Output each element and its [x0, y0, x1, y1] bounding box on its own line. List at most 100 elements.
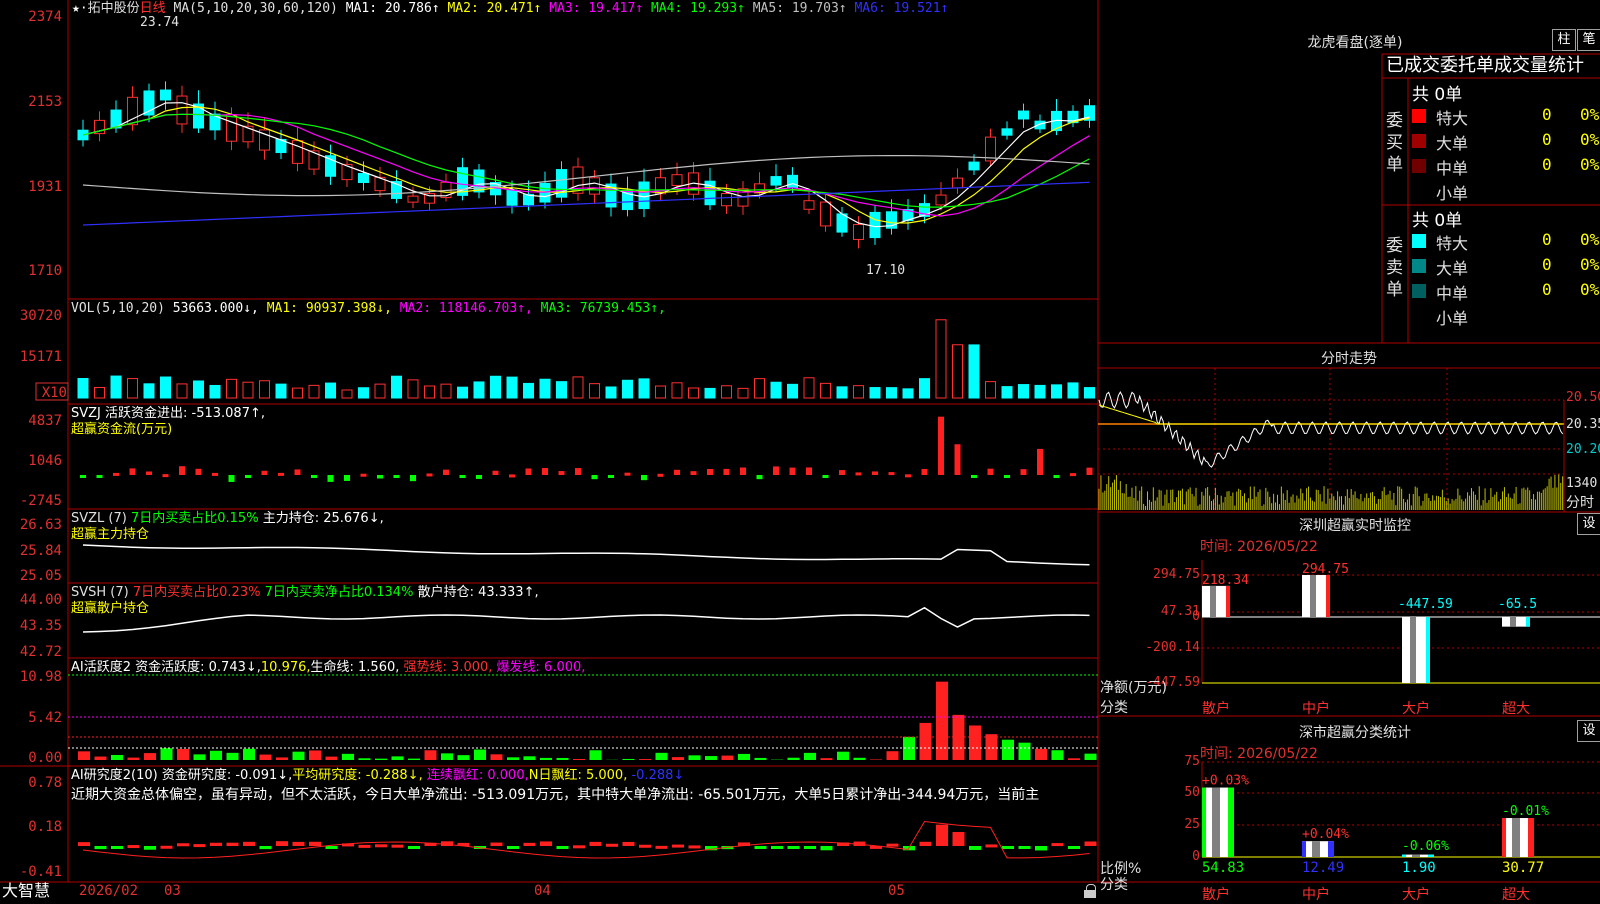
- classify-axis-tick: 75: [1120, 754, 1200, 769]
- volume-bar: [639, 379, 649, 398]
- activity-bar: [1085, 754, 1097, 760]
- fund-flow-bar: [707, 469, 713, 475]
- research-bar: [326, 846, 338, 849]
- color-swatch: [1412, 184, 1426, 198]
- volume-bar: [969, 345, 979, 398]
- volume-bar: [788, 384, 798, 398]
- fund-flow-bar: [526, 468, 532, 475]
- fund-flow-bar: [295, 469, 301, 475]
- monitor-bar-shade: [1510, 617, 1516, 627]
- monitor-axis-tick: 294.75: [1120, 567, 1200, 582]
- fund-flow-bar: [1004, 475, 1010, 478]
- activity-bar: [326, 757, 338, 760]
- activity-bar: [111, 755, 123, 760]
- research-bar: [557, 846, 569, 849]
- research-bar: [953, 832, 965, 846]
- volume-bar: [293, 388, 303, 398]
- fund-flow-bar: [1087, 468, 1093, 475]
- research-bar: [969, 846, 981, 850]
- research-bar: [161, 846, 173, 849]
- ai1-part3: 生命线: 1.560,: [311, 660, 400, 675]
- activity-bar: [408, 759, 420, 760]
- candle: [969, 162, 979, 170]
- sell-orders-label: 委卖单: [1386, 235, 1406, 301]
- sell-order-row[interactable]: 特大00%: [1412, 229, 1600, 253]
- classify-value-label: 30.77: [1502, 860, 1544, 876]
- research-bar: [590, 842, 602, 846]
- classify-change-label: +0.03%: [1202, 774, 1249, 789]
- research-bar: [606, 844, 618, 847]
- buy-order-row[interactable]: 大单00%: [1412, 129, 1600, 153]
- activity-bar: [887, 751, 899, 760]
- volume-bar: [623, 380, 633, 398]
- fund-flow-bar: [740, 468, 746, 475]
- fund-flow-bar: [460, 475, 466, 478]
- buy-order-row[interactable]: 小单: [1412, 179, 1600, 203]
- svzl-part2: 主力持仓: 25.676↓,: [263, 511, 384, 526]
- candle: [870, 212, 880, 237]
- ai1-axis-tick: 5.42: [28, 710, 62, 726]
- research-bar: [639, 845, 651, 848]
- research-bar: [689, 845, 701, 848]
- ai1-part5: 爆发线: 6.000,: [497, 660, 586, 675]
- research-bar: [243, 842, 255, 846]
- sell-order-row[interactable]: 大单00%: [1412, 254, 1600, 278]
- fund-flow-bar: [955, 444, 961, 475]
- research-bar: [210, 843, 222, 846]
- volume-bar: [474, 382, 484, 398]
- buy-order-row[interactable]: 特大00%: [1412, 104, 1600, 128]
- activity-bar: [870, 759, 882, 760]
- research-bar: [78, 842, 90, 846]
- svzl-label: SVZL (7): [71, 511, 127, 526]
- order-percent: 0%: [1580, 105, 1599, 124]
- buy-order-row[interactable]: 中单00%: [1412, 154, 1600, 178]
- activity-bar: [590, 750, 602, 760]
- activity-bar: [524, 756, 536, 760]
- svzl-axis-tick: 25.05: [20, 568, 62, 584]
- activity-bar: [722, 756, 734, 760]
- monitor-category: 中户: [1302, 698, 1330, 718]
- activity-bar: [491, 754, 503, 760]
- stock-chart[interactable]: 218.34294.75-447.59-65.5+0.03%54.83+0.04…: [0, 0, 1600, 900]
- classify-bar-shade: [1212, 788, 1220, 857]
- activity-bar: [128, 758, 140, 760]
- monitor-settings-button[interactable]: 设: [1577, 513, 1600, 535]
- classify-bar-edge: [1228, 788, 1234, 857]
- research-bar: [1019, 846, 1031, 849]
- ai1-part1: AI活跃度2 资金活跃度: 0.743↓,: [71, 660, 261, 675]
- order-size-label: 小单: [1436, 305, 1468, 329]
- ai1-part4: 强势线: 3.000,: [404, 660, 493, 675]
- bar-view-button[interactable]: 柱: [1552, 29, 1576, 51]
- svzj-line2: 超赢资金流(万元): [71, 422, 265, 438]
- monitor-value-label: 294.75: [1302, 562, 1349, 577]
- star-icon[interactable]: ★·: [72, 1, 88, 16]
- price-axis-tick: 2374: [28, 9, 62, 25]
- date-tick: 05: [888, 883, 905, 899]
- order-stat-tab[interactable]: 已成交委托单成交量统计: [1386, 54, 1600, 78]
- sell-total: 共 0单: [1412, 206, 1462, 231]
- svsh-part1: 7日内买卖占比0.23%: [133, 585, 261, 600]
- ai2-part4: N日飘红: 5.000,: [529, 768, 628, 783]
- tick-view-button[interactable]: 笔: [1577, 29, 1600, 51]
- sell-order-row[interactable]: 小单: [1412, 304, 1600, 328]
- date-axis[interactable]: 2026/02 03 04 05: [72, 883, 1098, 900]
- volume-bar: [524, 383, 534, 398]
- fund-flow-bar: [806, 467, 812, 475]
- sell-order-row[interactable]: 中单00%: [1412, 279, 1600, 303]
- price-axis-tick: 1931: [28, 179, 62, 195]
- activity-bar: [986, 734, 998, 760]
- activity-bar: [656, 753, 668, 760]
- period-label[interactable]: 日线: [140, 1, 166, 16]
- volume-bar: [771, 382, 781, 398]
- activity-bar: [293, 752, 305, 760]
- fund-flow-bar: [641, 475, 647, 480]
- research-bar: [540, 841, 552, 846]
- vol-ma-value-3: MA3: 76739.453↑,: [541, 301, 674, 316]
- candle: [821, 202, 831, 226]
- svzl-line2: 超赢主力持仓: [71, 527, 384, 543]
- classify-settings-button[interactable]: 设: [1577, 720, 1600, 742]
- ai2-axis-tick: -0.41: [20, 864, 62, 880]
- research-bar: [623, 842, 635, 846]
- activity-bar: [540, 758, 552, 760]
- volume-bar: [276, 384, 286, 398]
